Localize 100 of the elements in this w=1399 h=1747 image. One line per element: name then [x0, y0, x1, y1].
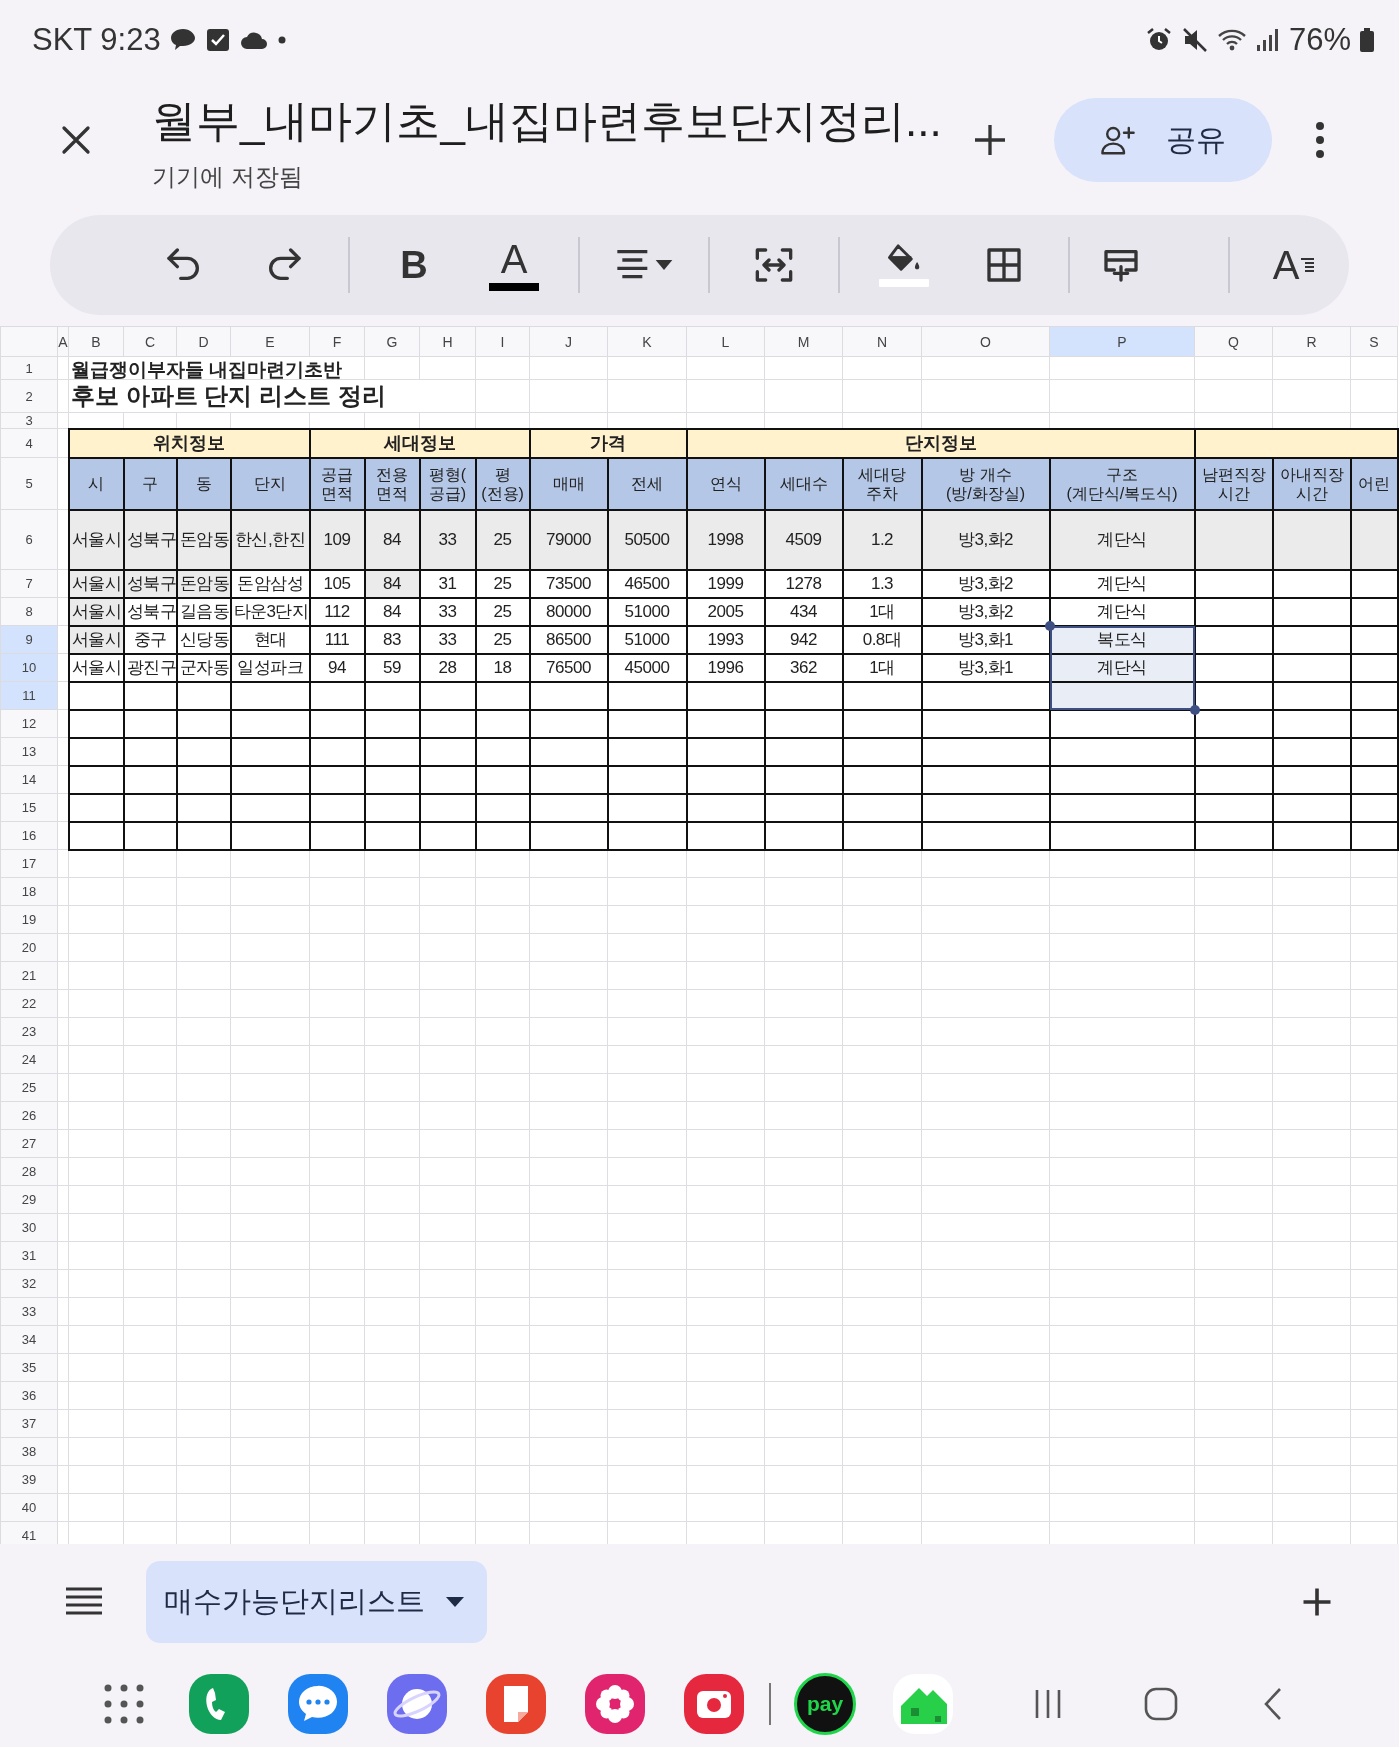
row-header[interactable]: 29	[0, 1185, 58, 1214]
column-header[interactable]: O	[921, 326, 1050, 357]
messages-app-icon[interactable]	[286, 1671, 350, 1736]
row-header[interactable]: 20	[0, 933, 58, 962]
row-header[interactable]: 18	[0, 877, 58, 906]
row-header[interactable]: 17	[0, 849, 58, 878]
text-format-button[interactable]: A	[1272, 242, 1316, 288]
fill-color-button[interactable]	[879, 243, 929, 287]
row-header[interactable]: 8	[0, 597, 58, 626]
row-header[interactable]: 30	[0, 1213, 58, 1242]
row-header[interactable]: 13	[0, 737, 58, 766]
notes-app-icon[interactable]	[484, 1671, 548, 1736]
row-header[interactable]: 11	[0, 681, 58, 710]
row-header[interactable]: 14	[0, 765, 58, 794]
column-header[interactable]: J	[529, 326, 608, 357]
column-header[interactable]: H	[419, 326, 476, 357]
row-header[interactable]: 5	[0, 457, 58, 510]
table-cell: 33	[419, 509, 476, 570]
person-add-icon	[1100, 124, 1136, 156]
phone-app-icon[interactable]	[187, 1671, 251, 1736]
row-header[interactable]: 22	[0, 989, 58, 1018]
row-header[interactable]: 33	[0, 1297, 58, 1326]
row-header[interactable]: 15	[0, 793, 58, 822]
house-app-icon[interactable]	[891, 1671, 955, 1736]
table-cell: 돈암삼성	[230, 569, 310, 598]
camera-app-icon[interactable]	[682, 1671, 746, 1736]
table-cell: 1.3	[842, 569, 922, 598]
table-cell: 전세	[607, 457, 687, 510]
table-cell: 세대정보	[309, 428, 530, 458]
column-header[interactable]: L	[686, 326, 765, 357]
row-header[interactable]: 6	[0, 509, 58, 570]
table-cell: 1999	[686, 569, 765, 598]
share-button[interactable]: 공유	[1054, 98, 1272, 182]
row-header[interactable]: 24	[0, 1045, 58, 1074]
column-header[interactable]: B	[68, 326, 124, 357]
table-cell: 1278	[764, 569, 843, 598]
borders-icon[interactable]	[984, 245, 1024, 285]
row-header[interactable]: 38	[0, 1437, 58, 1466]
row-header[interactable]: 27	[0, 1129, 58, 1158]
row-header[interactable]: 26	[0, 1101, 58, 1130]
column-header[interactable]: E	[230, 326, 310, 357]
column-header[interactable]: A	[57, 326, 69, 357]
row-header[interactable]: 2	[0, 379, 58, 413]
table-cell: 돈암동	[176, 509, 231, 570]
more-icon[interactable]	[1314, 120, 1326, 160]
browser-app-icon[interactable]	[385, 1671, 449, 1736]
sheet-tab[interactable]: 매수가능단지리스트	[146, 1561, 487, 1643]
row-header[interactable]: 36	[0, 1381, 58, 1410]
row-header[interactable]: 35	[0, 1353, 58, 1382]
table-cell: 현대	[230, 625, 310, 654]
row-header[interactable]: 39	[0, 1465, 58, 1494]
table-cell: 83	[364, 625, 420, 654]
column-header[interactable]: N	[842, 326, 922, 357]
table-cell: 광진구	[123, 653, 177, 682]
selection-handle[interactable]	[1044, 620, 1055, 631]
column-header[interactable]: D	[176, 326, 231, 357]
row-header[interactable]: 19	[0, 905, 58, 934]
table-cell: 평형( 공급)	[419, 457, 476, 510]
caret-icon[interactable]	[445, 1596, 465, 1608]
row-header[interactable]: 31	[0, 1241, 58, 1270]
table-cell: 동	[176, 457, 231, 510]
table-cell: 25	[475, 509, 530, 570]
menu-icon[interactable]	[64, 1586, 104, 1618]
column-header[interactable]: C	[123, 326, 177, 357]
row-header[interactable]: 23	[0, 1017, 58, 1046]
table-cell: 계단식	[1049, 569, 1195, 598]
column-header[interactable]: I	[475, 326, 530, 357]
column-header[interactable]: S	[1350, 326, 1398, 357]
row-header[interactable]: 34	[0, 1325, 58, 1354]
table-cell: 31	[419, 569, 476, 598]
row-header[interactable]: 4	[0, 428, 58, 458]
column-header[interactable]: F	[309, 326, 365, 357]
row-header[interactable]: 10	[0, 653, 58, 682]
flower-app-icon[interactable]	[583, 1671, 647, 1736]
row-header[interactable]: 16	[0, 821, 58, 850]
column-header[interactable]: G	[364, 326, 420, 357]
text-color-button[interactable]: A	[489, 239, 539, 291]
table-cell: 46500	[607, 569, 687, 598]
row-header[interactable]: 9	[0, 625, 58, 654]
bold-button[interactable]: B	[400, 243, 428, 287]
row-header[interactable]: 7	[0, 569, 58, 598]
table-cell: 군자동	[176, 653, 231, 682]
column-header[interactable]: K	[607, 326, 687, 357]
row-header[interactable]: 1	[0, 356, 58, 380]
row-header[interactable]: 40	[0, 1493, 58, 1522]
table-cell: 세대수	[764, 457, 843, 510]
row-header[interactable]: 41	[0, 1521, 58, 1544]
row-header[interactable]: 37	[0, 1409, 58, 1438]
row-header[interactable]: 32	[0, 1269, 58, 1298]
pay-app-icon[interactable]: pay	[794, 1672, 856, 1735]
row-header[interactable]: 25	[0, 1073, 58, 1102]
row-header[interactable]: 21	[0, 961, 58, 990]
table-cell: 아내직장 시간	[1272, 457, 1351, 510]
selection-handle[interactable]	[1189, 704, 1200, 715]
column-header[interactable]: Q	[1194, 326, 1273, 357]
column-header[interactable]: P	[1049, 326, 1195, 357]
column-header[interactable]: R	[1272, 326, 1351, 357]
row-header[interactable]: 28	[0, 1157, 58, 1186]
column-header[interactable]: M	[764, 326, 843, 357]
row-header[interactable]: 12	[0, 709, 58, 738]
